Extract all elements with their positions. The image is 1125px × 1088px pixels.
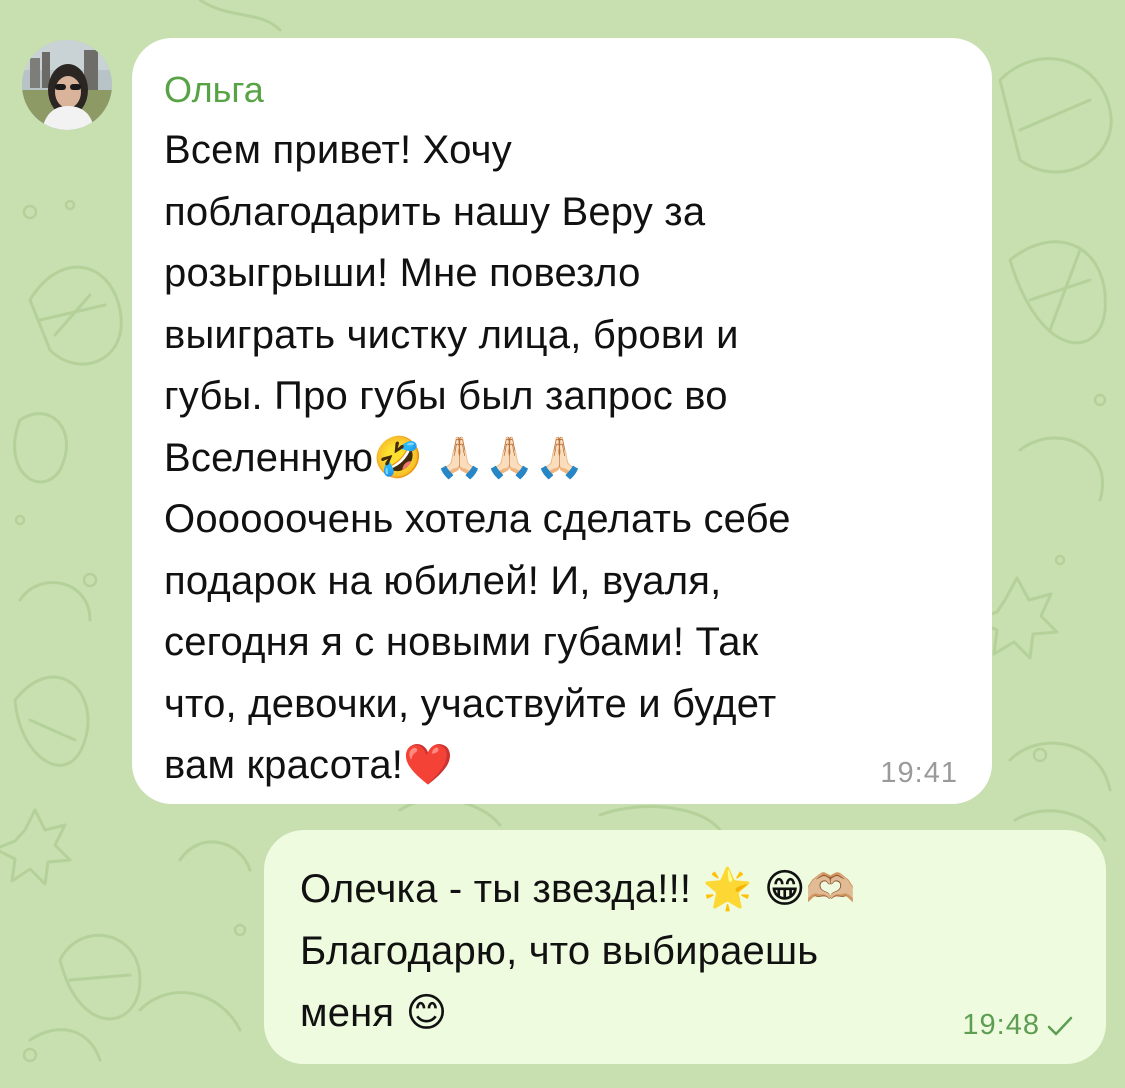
sender-name[interactable]: Ольга [164, 68, 958, 112]
check-icon [1047, 1016, 1073, 1036]
outgoing-message-bubble[interactable]: Олечка - ты звезда!!! 🌟 😁🫶🏼 Благодарю, ч… [264, 830, 1106, 1064]
outgoing-message-time: 19:48 [962, 1009, 1040, 1041]
sender-avatar[interactable] [22, 40, 112, 130]
incoming-message-bubble[interactable]: Ольга Всем привет! Хочу поблагодарить на… [132, 38, 992, 804]
avatar-photo-icon [22, 40, 112, 130]
incoming-message-text: Всем привет! Хочу поблагодарить нашу Вер… [164, 128, 791, 787]
incoming-message-time: 19:41 [880, 757, 958, 789]
